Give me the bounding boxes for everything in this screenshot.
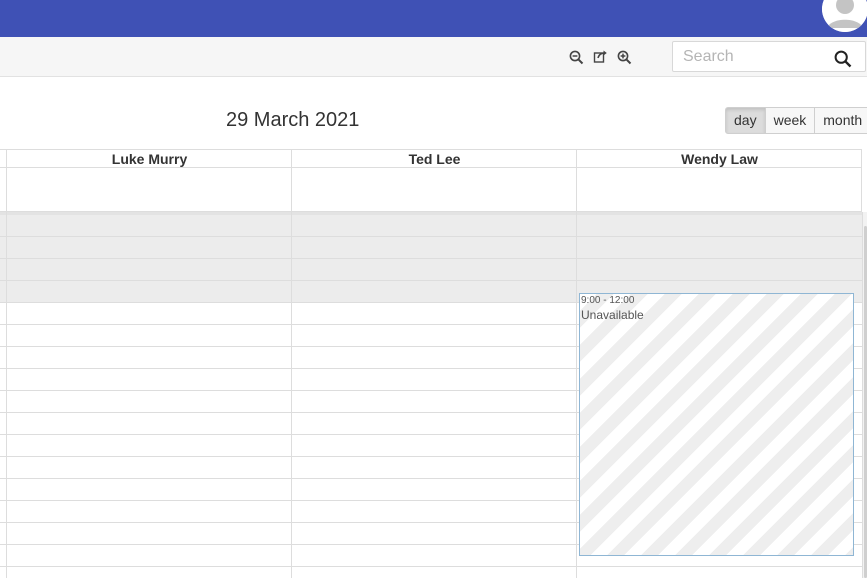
all-day-row[interactable]	[0, 168, 862, 212]
zoom-out-icon[interactable]	[569, 50, 584, 65]
resource-header-luke-murry: Luke Murry	[7, 149, 292, 168]
view-switch: day week month	[725, 107, 867, 134]
view-week-button[interactable]: week	[764, 107, 816, 134]
event-time: 9:00 - 12:00	[581, 295, 635, 306]
search-input[interactable]	[673, 42, 823, 71]
resource-header-ted-lee: Ted Lee	[292, 149, 577, 168]
search-icon[interactable]	[834, 50, 852, 68]
column-divider	[861, 149, 862, 212]
time-slot[interactable]	[0, 259, 862, 281]
column-divider	[6, 149, 7, 578]
resource-day-calendar: Luke Murry Ted Lee Wendy Law 9:00 - 12:0…	[0, 149, 867, 578]
zoom-in-icon[interactable]	[617, 50, 632, 65]
user-avatar[interactable]	[822, 0, 867, 32]
user-icon	[822, 0, 867, 32]
event-title: Unavailable	[581, 308, 644, 322]
column-divider	[576, 149, 577, 578]
top-app-bar	[0, 0, 867, 37]
view-month-button[interactable]: month	[814, 107, 867, 134]
search-box	[672, 41, 866, 72]
column-divider	[291, 149, 292, 578]
toolbar	[0, 37, 867, 77]
event-unavailable[interactable]: 9:00 - 12:00 Unavailable	[579, 293, 854, 556]
calendar-date-title: 29 March 2021	[226, 109, 360, 131]
export-icon[interactable]	[593, 49, 608, 64]
time-slot[interactable]	[0, 237, 862, 259]
resource-header-wendy-law: Wendy Law	[577, 149, 862, 168]
view-day-button[interactable]: day	[725, 107, 766, 134]
vertical-scrollbar[interactable]	[862, 212, 867, 578]
time-slot[interactable]	[0, 215, 862, 237]
